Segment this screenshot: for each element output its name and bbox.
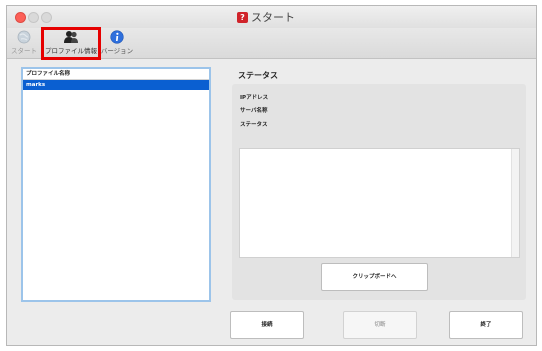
connect-button[interactable]: 接続 — [230, 311, 304, 339]
toolbar-start-label: スタート — [11, 47, 37, 55]
list-item[interactable]: marks — [23, 80, 209, 90]
zoom-window-button[interactable] — [41, 12, 52, 23]
close-window-button[interactable] — [15, 12, 26, 23]
window-title-text: スタート — [251, 11, 295, 24]
status-title: ステータス — [238, 71, 278, 80]
info-icon — [110, 30, 124, 44]
toolbar-start-button[interactable]: スタート — [7, 28, 41, 58]
profile-list-header: プロファイル名称 — [23, 69, 209, 80]
copy-to-clipboard-button[interactable]: クリップボードへ — [321, 263, 428, 291]
profile-list[interactable]: プロファイル名称 marks — [21, 67, 211, 302]
status-label: ステータス — [240, 122, 268, 128]
status-panel: IPアドレス サーバ名称 ステータス クリップボードへ — [232, 84, 526, 300]
exit-button[interactable]: 終了 — [449, 311, 523, 339]
window-title: ? スタート — [237, 9, 295, 25]
server-name-label: サーバ名称 — [240, 108, 268, 114]
disconnect-button[interactable]: 切断 — [343, 311, 417, 339]
toolbar-version-button[interactable]: バージョン — [99, 28, 135, 58]
log-scrollbar[interactable] — [511, 149, 519, 257]
toolbar-version-label: バージョン — [100, 47, 134, 55]
status-log-area[interactable] — [239, 148, 520, 258]
minimize-window-button[interactable] — [28, 12, 39, 23]
globe-icon — [17, 30, 31, 44]
ip-address-label: IPアドレス — [240, 95, 269, 101]
app-icon: ? — [237, 11, 248, 23]
title-bar: ? スタート — [7, 6, 536, 28]
highlight-box — [41, 27, 101, 60]
app-window: ? スタート スタート プロファイル情報 バージョン プロファイル名称 mark… — [6, 5, 537, 346]
